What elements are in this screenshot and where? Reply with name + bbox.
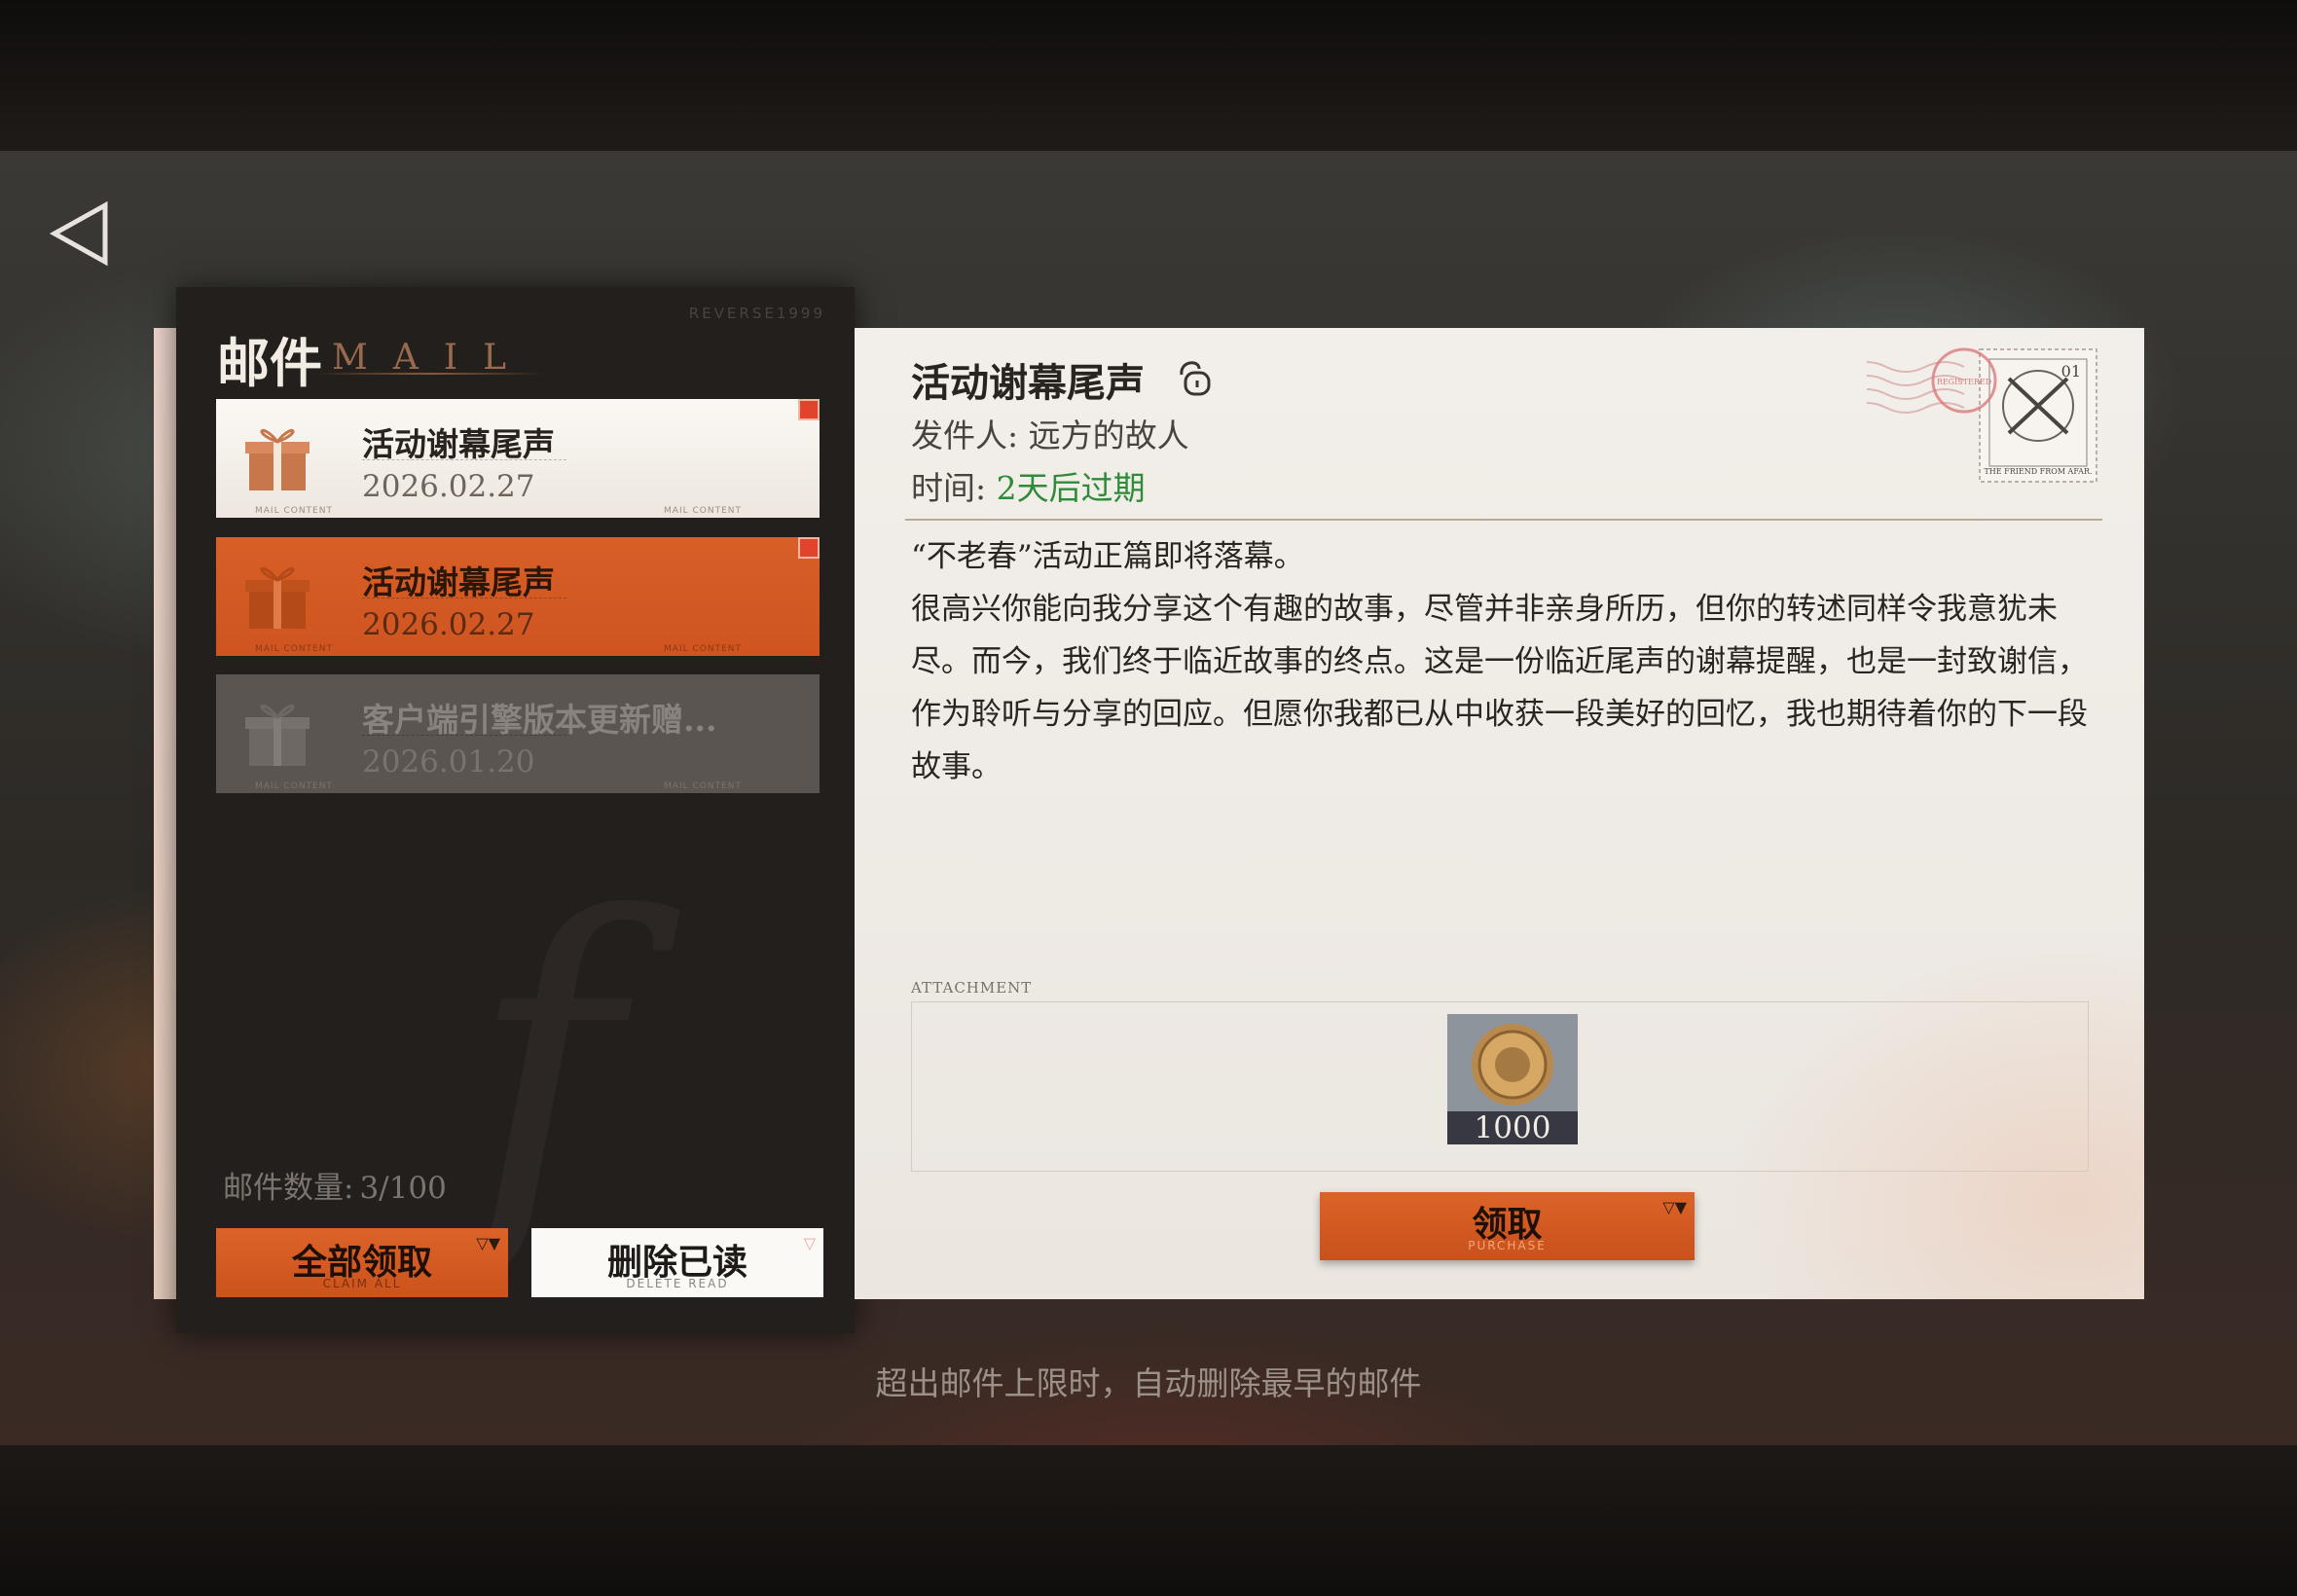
back-triangle-icon[interactable]	[49, 200, 112, 268]
mail-item-tag: MAIL CONTENT	[664, 781, 742, 791]
stamp-label: THE FRIEND FROM AFAR.	[1984, 467, 2092, 476]
mail-item-title: 活动谢幕尾声	[362, 425, 555, 463]
claim-button[interactable]: 领取 PURCHASE ▽▼	[1320, 1192, 1695, 1260]
panel-title: 邮件	[217, 332, 322, 394]
expire-text: 2天后过期	[996, 469, 1146, 507]
mail-title: 活动谢幕尾声	[911, 360, 1145, 406]
unread-indicator	[798, 399, 820, 420]
mail-body-paragraph: “不老春”活动正篇即将落幕。	[911, 539, 1304, 574]
time-label: 时间:	[911, 469, 987, 507]
mail-count: 邮件数量: 3/100	[217, 1163, 447, 1207]
footer-note: 超出邮件上限时，自动删除最早的邮件	[875, 1364, 1422, 1402]
attachment-item[interactable]: 1000	[1447, 1014, 1578, 1144]
mail-item-tag: MAIL CONTENT	[255, 781, 333, 791]
mail-item-date: 2026.02.27	[362, 469, 535, 504]
mail-item-date: 2026.01.20	[362, 744, 535, 780]
claim-sublabel: PURCHASE	[1468, 1239, 1547, 1252]
mail-item-tag: MAIL CONTENT	[664, 644, 742, 654]
mail-detail-panel: 活动谢幕尾声 发件人: 远方的故人 时间: 2天后过期 01 THE FRIEN…	[855, 328, 2144, 1299]
delete-read-button[interactable]: 删除已读 DELETE READ ▽	[531, 1228, 823, 1297]
triangle-decor-icon: ▽▼	[1662, 1198, 1687, 1216]
subtitle-underline	[312, 373, 546, 375]
triangle-decor-icon: ▽▼	[476, 1234, 500, 1252]
mail-body: “不老春”活动正篇即将落幕。 很高兴你能向我分享这个有趣的故事，尽管并非亲身所历…	[911, 530, 2089, 793]
attachment-label: ATTACHMENT	[911, 979, 1033, 997]
coin-icon	[1472, 1024, 1553, 1106]
left-edge-strip	[154, 328, 177, 1299]
mail-item-title: 活动谢幕尾声	[362, 563, 555, 601]
claim-all-button[interactable]: 全部领取 CLAIM ALL ▽▼	[216, 1228, 508, 1297]
header-divider	[905, 519, 2102, 521]
mail-list-item[interactable]: 活动谢幕尾声 2026.02.27 MAIL CONTENT MAIL CONT…	[216, 399, 820, 518]
mail-sender: 发件人: 远方的故人	[911, 410, 1189, 456]
panel-subtitle: MAIL	[332, 338, 531, 378]
mail-item-title: 客户端引擎版本更新赠...	[362, 701, 717, 739]
bottom-bar-background	[0, 1445, 2297, 1596]
mail-count-label: 邮件数量:	[223, 1171, 354, 1206]
sender-name: 远方的故人	[1028, 417, 1189, 454]
mail-item-date: 2026.02.27	[362, 607, 535, 642]
top-bar-background	[0, 0, 2297, 151]
brand-mark: REVERSE1999	[688, 305, 825, 322]
mail-body-paragraph: 很高兴你能向我分享这个有趣的故事，尽管并非亲身所历，但你的转述同样令我意犹未尽。…	[911, 592, 2088, 784]
postage-stamp-icon: 01 THE FRIEND FROM AFAR. REGISTERED	[1867, 347, 2097, 483]
mail-list-item-read[interactable]: 客户端引擎版本更新赠... 2026.01.20 MAIL CONTENT MA…	[216, 674, 820, 793]
stamp-number: 01	[2061, 362, 2081, 381]
sender-label: 发件人:	[911, 417, 1019, 454]
gift-icon	[245, 428, 310, 490]
attachment-box: 1000	[911, 1001, 2089, 1172]
mail-list-item-selected[interactable]: 活动谢幕尾声 2026.02.27 MAIL CONTENT MAIL CONT…	[216, 537, 820, 656]
mail-item-tag: MAIL CONTENT	[664, 506, 742, 516]
delete-read-sublabel: DELETE READ	[626, 1277, 729, 1290]
gift-icon	[245, 704, 310, 766]
gift-icon	[245, 566, 310, 629]
mail-time: 时间: 2天后过期	[911, 462, 1146, 509]
mail-item-tag: MAIL CONTENT	[255, 506, 333, 516]
triangle-decor-icon: ▽	[803, 1234, 816, 1252]
attachment-quantity: 1000	[1447, 1111, 1578, 1144]
mail-item-tag: MAIL CONTENT	[255, 644, 333, 654]
lock-icon	[1180, 361, 1211, 396]
claim-all-sublabel: CLAIM ALL	[322, 1277, 402, 1290]
unread-indicator	[798, 537, 820, 559]
mail-list-panel: REVERSE1999 ƒ MAIL 邮件 活动谢幕尾声 2026.02.27 …	[176, 287, 855, 1333]
stamp-seal: REGISTERED	[1937, 378, 1991, 386]
mail-count-value: 3/100	[359, 1171, 447, 1206]
